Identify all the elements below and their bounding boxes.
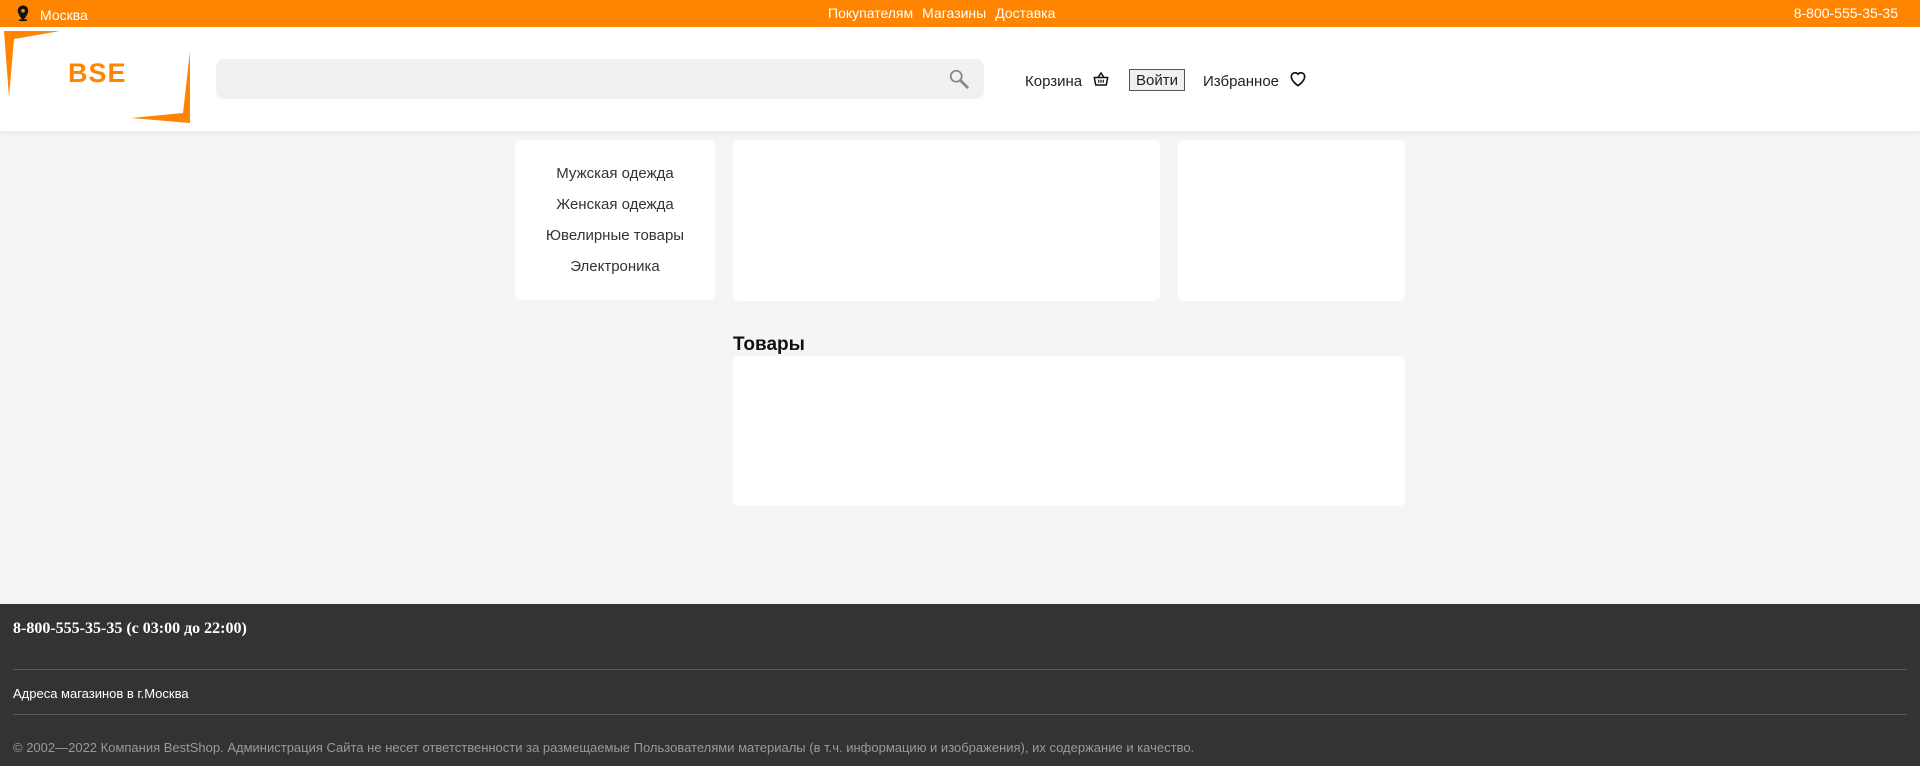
search-bar <box>216 59 984 99</box>
footer-store-addresses-link[interactable]: Адреса магазинов в г.Москва <box>13 686 189 701</box>
site-footer: 8-800-555-35-35 (с 03:00 до 22:00) Адрес… <box>0 604 1920 766</box>
logo-text: BSE <box>68 58 127 88</box>
heart-icon <box>1288 69 1308 93</box>
search-icon[interactable] <box>948 68 970 90</box>
login-button[interactable]: Войти <box>1129 69 1185 91</box>
site-header: BSE Корзина Войти Избранное <box>0 27 1920 131</box>
location-pin-icon <box>14 4 32 25</box>
category-electronics[interactable]: Электроника <box>515 258 715 289</box>
logo[interactable]: BSE <box>0 27 192 124</box>
city-label: Москва <box>40 6 88 23</box>
nav-link-buyers[interactable]: Покупателям <box>828 5 913 21</box>
products-heading: Товары <box>733 334 805 355</box>
nav-link-delivery[interactable]: Доставка <box>995 5 1055 21</box>
search-input[interactable] <box>216 59 916 99</box>
cart-label: Корзина <box>1025 72 1083 90</box>
category-mens-clothing[interactable]: Мужская одежда <box>515 165 715 196</box>
category-menu: Мужская одежда Женская одежда Ювелирные … <box>515 140 715 300</box>
footer-copyright: © 2002—2022 Компания BestShop. Администр… <box>13 740 1195 755</box>
footer-divider <box>13 714 1907 715</box>
cart-button[interactable]: Корзина <box>1025 70 1110 92</box>
category-womens-clothing[interactable]: Женская одежда <box>515 196 715 227</box>
top-nav: Покупателям Магазины Доставка <box>828 5 1055 21</box>
products-container <box>733 356 1405 506</box>
city-selector[interactable]: Москва <box>14 4 88 25</box>
favorites-button[interactable]: Избранное <box>1203 69 1308 93</box>
category-jewelry[interactable]: Ювелирные товары <box>515 227 715 258</box>
footer-divider <box>13 669 1907 670</box>
top-phone[interactable]: 8-800-555-35-35 <box>1794 5 1898 21</box>
nav-link-stores[interactable]: Магазины <box>922 5 986 21</box>
top-bar: Москва Покупателям Магазины Доставка 8-8… <box>0 0 1920 27</box>
side-banner <box>1178 140 1405 301</box>
basket-icon <box>1092 70 1110 92</box>
footer-phone: 8-800-555-35-35 (с 03:00 до 22:00) <box>13 620 247 637</box>
favorites-label: Избранное <box>1203 72 1280 90</box>
main-banner <box>733 140 1160 301</box>
